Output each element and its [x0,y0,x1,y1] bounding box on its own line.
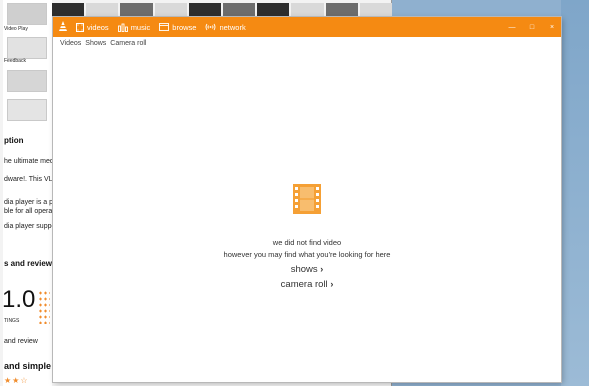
title-bar[interactable]: videos music browse network — □ × [53,17,561,37]
nav-label: music [130,22,151,32]
vlc-cone-icon [59,21,67,31]
desktop-background [561,0,589,386]
thumb-label: Feedback [4,58,26,64]
network-icon [206,23,216,31]
folder-icon [159,23,170,31]
write-review-link[interactable]: and review [4,338,38,345]
ratings-count-label: TINGS [4,318,20,324]
chevron-right-icon: › [320,264,324,274]
main-nav: videos music browse network [76,17,246,37]
minimize-button[interactable]: — [507,22,517,32]
rating-score: 1.0 [2,286,36,313]
description-line: dia player suppo [4,223,56,230]
camera-roll-link[interactable]: camera roll › [53,279,561,290]
maximize-button[interactable]: □ [527,22,537,32]
description-heading: ption [4,136,24,145]
section-heading: and simple [4,361,52,371]
nav-label: videos [87,22,109,32]
description-line: he ultimate media [4,158,60,165]
description-line: dia player is a po [4,199,57,206]
nav-music[interactable]: music [117,22,151,32]
shows-link[interactable]: shows › [53,264,561,275]
empty-hint: however you may find what you're looking… [223,250,391,259]
nav-label: network [219,22,246,32]
film-icon [293,184,321,214]
vlc-window: videos music browse network — □ × Videos… [53,17,561,382]
music-icon [117,23,128,32]
thumbnail[interactable] [7,99,47,121]
empty-message: we did not find video [272,238,342,247]
video-icon [76,22,84,32]
subnav-shows[interactable]: Shows [85,40,106,47]
thumbnail[interactable] [7,37,47,59]
description-line: ble for all operati [4,208,56,215]
close-button[interactable]: × [547,22,557,32]
chevron-right-icon: › [330,279,334,289]
nav-browse[interactable]: browse [159,23,196,32]
subnav-videos[interactable]: Videos [60,40,81,47]
rating-histogram [38,290,50,324]
window-controls: — □ × [507,17,557,37]
reviews-heading: s and reviews [4,259,57,268]
nav-label: browse [172,22,197,32]
thumbnail[interactable] [7,70,47,92]
nav-network[interactable]: network [205,22,246,32]
thumb-label: Video Play [4,26,28,32]
link-label: camera roll [280,279,328,290]
description-line: dware!. This VLC [4,176,58,183]
star-rating: ★★☆ [4,376,29,385]
thumbnail[interactable] [7,3,47,25]
subnav-camera-roll[interactable]: Camera roll [110,40,146,47]
video-subnav: Videos Shows Camera roll [60,40,146,47]
link-label: shows [290,264,318,275]
nav-videos[interactable]: videos [76,22,109,32]
